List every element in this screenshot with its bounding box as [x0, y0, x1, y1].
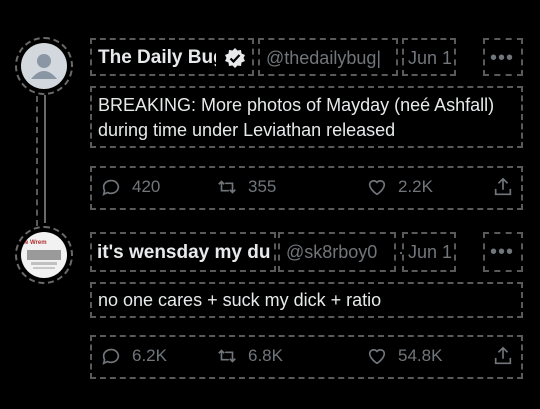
- reply-button[interactable]: 420: [100, 176, 160, 198]
- share-button[interactable]: [492, 176, 514, 198]
- retweet-button[interactable]: 355: [216, 176, 276, 198]
- author-name[interactable]: it's wensday my du(: [97, 242, 271, 264]
- thread-line-dash: [36, 96, 38, 226]
- more-icon[interactable]: •••: [490, 242, 514, 262]
- retweet-button[interactable]: 6.8K: [216, 345, 283, 367]
- share-icon: [494, 177, 512, 196]
- tweet-text: no one cares + suck my dick + ratio: [98, 290, 382, 310]
- like-count: 2.2K: [398, 177, 433, 196]
- reply-button[interactable]: 6.2K: [100, 345, 167, 367]
- date[interactable]: Jun 1: [408, 48, 452, 69]
- handle[interactable]: @sk8rboy0: [286, 242, 386, 263]
- reply-icon: [102, 348, 120, 365]
- retweet-icon: [218, 180, 236, 194]
- thread-line: [44, 95, 46, 223]
- share-button[interactable]: [492, 345, 514, 367]
- retweet-count: 6.8K: [248, 346, 283, 365]
- verified-badge-icon: [224, 47, 246, 69]
- avatar-image[interactable]: te Wrem: [21, 232, 67, 278]
- avatar-default[interactable]: [21, 43, 67, 89]
- tweet-text: BREAKING: More photos of Mayday (neé Ash…: [98, 95, 495, 140]
- like-button[interactable]: 54.8K: [366, 345, 442, 367]
- handle[interactable]: @thedailybug|: [266, 48, 386, 69]
- reply-icon: [102, 179, 120, 196]
- retweet-icon: [218, 349, 236, 363]
- like-icon: [368, 349, 386, 365]
- meme-thumbnail-icon: [27, 250, 61, 269]
- like-icon: [368, 180, 386, 196]
- author-name[interactable]: The Daily Bug|: [98, 47, 216, 69]
- date[interactable]: Jun 1: [408, 242, 452, 263]
- default-avatar-icon: [31, 54, 57, 79]
- reply-count: 6.2K: [132, 346, 167, 365]
- reply-count: 420: [132, 177, 161, 196]
- like-count: 54.8K: [398, 346, 443, 365]
- avatar-text: te Wrem: [23, 240, 47, 246]
- share-icon: [494, 346, 512, 365]
- like-button[interactable]: 2.2K: [366, 176, 433, 198]
- more-icon[interactable]: •••: [490, 48, 514, 68]
- retweet-count: 355: [248, 177, 277, 196]
